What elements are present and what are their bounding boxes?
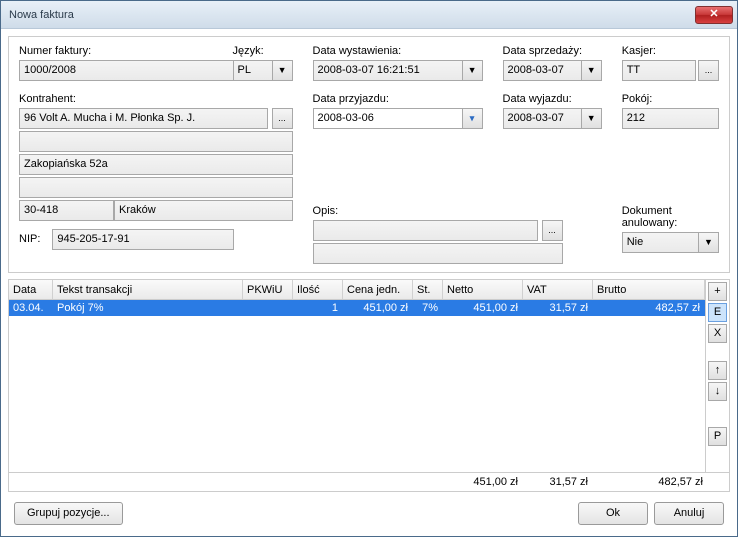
- kontrahent-label: Kontrahent:: [19, 93, 293, 105]
- move-up-button[interactable]: ↑: [708, 361, 727, 380]
- col-st[interactable]: St.: [413, 280, 443, 299]
- col-tekst[interactable]: Tekst transakcji: [53, 280, 243, 299]
- pokoj-field[interactable]: 212: [622, 108, 719, 129]
- move-down-button[interactable]: ↓: [708, 382, 727, 401]
- delete-row-button[interactable]: X: [708, 324, 727, 343]
- data-przy-dropdown[interactable]: ▾: [462, 108, 483, 129]
- data-wyj-field[interactable]: 2008-03-07: [503, 108, 581, 129]
- invoice-grid[interactable]: Data Tekst transakcji PKWiU Ilość Cena j…: [9, 280, 706, 472]
- pokoj-label: Pokój:: [622, 93, 719, 105]
- total-netto: 451,00 zł: [443, 473, 523, 490]
- kasjer-browse-button[interactable]: ...: [698, 60, 719, 81]
- window-title: Nowa faktura: [9, 9, 74, 21]
- jezyk-field[interactable]: PL: [233, 60, 272, 81]
- data-wyj-dropdown[interactable]: ▼: [581, 108, 602, 129]
- kontrahent-line2-field[interactable]: [19, 131, 293, 152]
- data-wyst-dropdown[interactable]: ▼: [462, 60, 483, 81]
- kasjer-field[interactable]: TT: [622, 60, 696, 81]
- table-row[interactable]: 03.04. Pokój 7% 1 451,00 zł 7% 451,00 zł…: [9, 300, 705, 316]
- kontrahent-line4-field[interactable]: [19, 177, 293, 198]
- col-netto[interactable]: Netto: [443, 280, 523, 299]
- p-button[interactable]: P: [708, 427, 727, 446]
- numer-label: Numer faktury:: [19, 45, 233, 57]
- ok-button[interactable]: Ok: [578, 502, 648, 525]
- nip-label: NIP:: [19, 233, 40, 245]
- add-row-button[interactable]: +: [708, 282, 727, 301]
- kontrahent-browse-button[interactable]: ...: [272, 108, 293, 129]
- dok-anul-label: Dokument anulowany:: [622, 205, 719, 229]
- kontrahent-city-field[interactable]: Kraków: [114, 200, 293, 221]
- anuluj-button[interactable]: Anuluj: [654, 502, 724, 525]
- grid-header: Data Tekst transakcji PKWiU Ilość Cena j…: [9, 280, 705, 300]
- col-vat[interactable]: VAT: [523, 280, 593, 299]
- dok-anul-dropdown[interactable]: ▼: [698, 232, 719, 253]
- nip-field[interactable]: 945-205-17-91: [52, 229, 234, 250]
- jezyk-dropdown[interactable]: ▼: [272, 60, 293, 81]
- titlebar: Nowa faktura ✕: [1, 1, 737, 29]
- jezyk-label: Język:: [233, 45, 293, 57]
- data-sprz-label: Data sprzedaży:: [503, 45, 602, 57]
- numer-field[interactable]: 1000/2008: [19, 60, 233, 81]
- data-sprz-dropdown[interactable]: ▼: [581, 60, 602, 81]
- col-brutto[interactable]: Brutto: [593, 280, 705, 299]
- edit-row-button[interactable]: E: [708, 303, 727, 322]
- total-vat: 31,57 zł: [523, 473, 593, 490]
- close-button[interactable]: ✕: [695, 6, 733, 24]
- opis-label: Opis:: [313, 205, 483, 217]
- dok-anul-field[interactable]: Nie: [622, 232, 698, 253]
- grid-panel: Data Tekst transakcji PKWiU Ilość Cena j…: [8, 279, 730, 492]
- col-cena[interactable]: Cena jedn.: [343, 280, 413, 299]
- total-brutto: 482,57 zł: [593, 473, 729, 490]
- data-wyst-label: Data wystawienia:: [313, 45, 483, 57]
- grupuj-button[interactable]: Grupuj pozycje...: [14, 502, 123, 525]
- totals-row: 451,00 zł 31,57 zł 482,57 zł: [9, 472, 729, 490]
- data-przy-label: Data przyjazdu:: [313, 93, 483, 105]
- data-przy-field[interactable]: 2008-03-06: [313, 108, 462, 129]
- form-panel: Numer faktury: Język: 1000/2008 PL ▼: [8, 36, 730, 273]
- col-ilosc[interactable]: Ilość: [293, 280, 343, 299]
- kontrahent-zip-field[interactable]: 30-418: [19, 200, 114, 221]
- data-sprz-field[interactable]: 2008-03-07: [503, 60, 581, 81]
- kasjer-label: Kasjer:: [622, 45, 719, 57]
- data-wyj-label: Data wyjazdu:: [503, 93, 602, 105]
- kontrahent-name-field[interactable]: 96 Volt A. Mucha i M. Płonka Sp. J.: [19, 108, 268, 129]
- col-data[interactable]: Data: [9, 280, 53, 299]
- col-pkwiu[interactable]: PKWiU: [243, 280, 293, 299]
- kontrahent-street-field[interactable]: Zakopiańska 52a: [19, 154, 293, 175]
- data-wyst-field[interactable]: 2008-03-07 16:21:51: [313, 60, 462, 81]
